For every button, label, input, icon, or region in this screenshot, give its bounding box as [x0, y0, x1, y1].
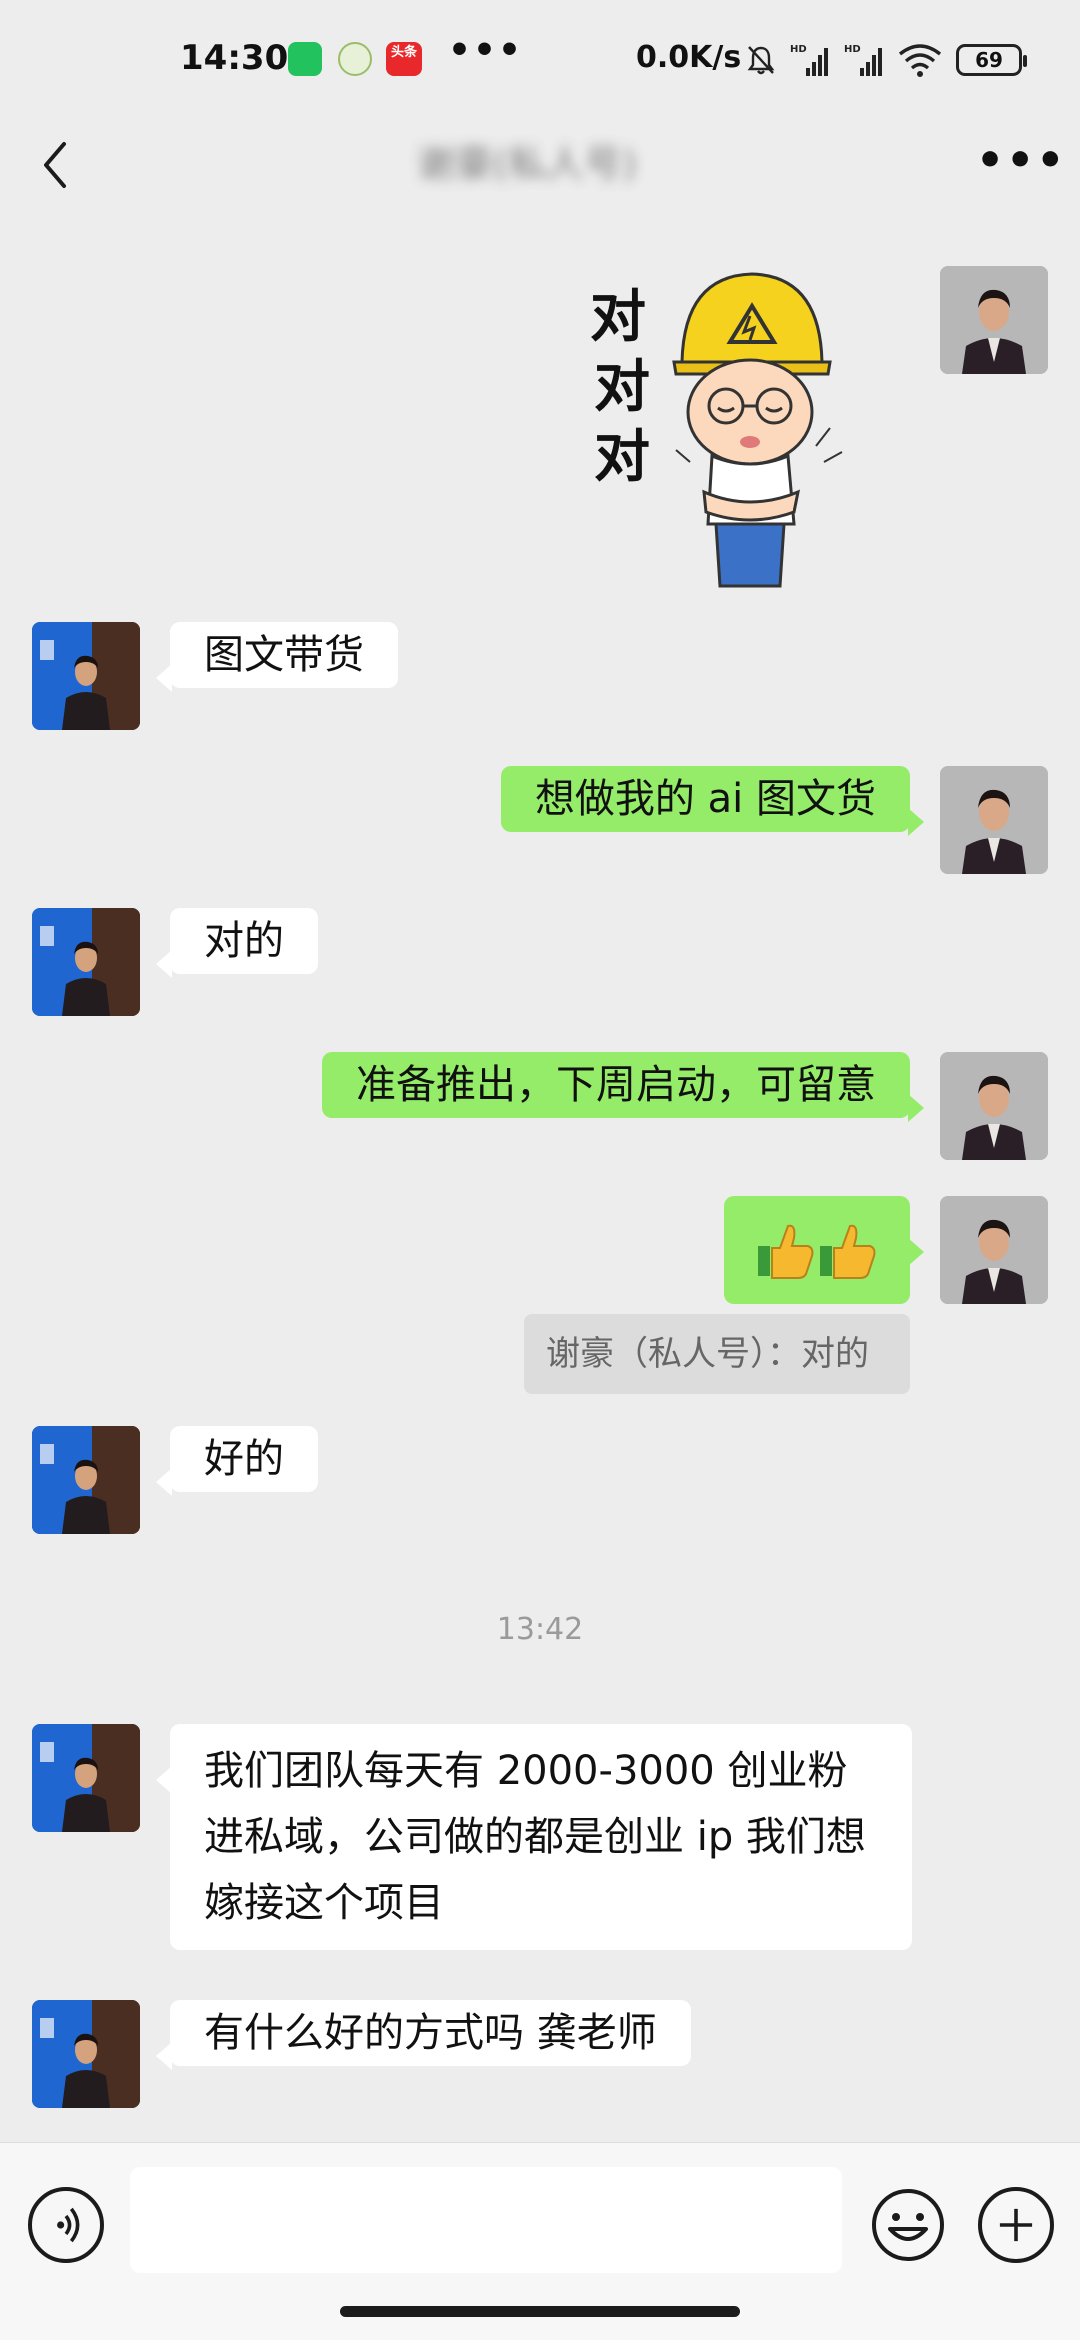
more-options-icon[interactable]: ••• — [976, 139, 1066, 183]
gear-icon — [338, 42, 372, 76]
status-more-icon: ••• — [448, 30, 524, 71]
message-bubble-outgoing[interactable]: 准备推出，下周启动，可留意 — [322, 1052, 924, 1122]
message-input[interactable] — [130, 2167, 842, 2273]
wechat-icon — [288, 42, 322, 76]
emoji-icon[interactable] — [870, 2187, 946, 2263]
avatar-self[interactable] — [940, 266, 1048, 374]
chat-title: 谢豪(私人号) — [417, 142, 637, 186]
plus-icon[interactable] — [978, 2187, 1054, 2263]
avatar-contact[interactable] — [32, 2000, 140, 2108]
thumbs-up-icon — [758, 1224, 876, 1279]
time-separator: 13:42 — [496, 1612, 584, 1647]
sticker-text-line2: 对 — [594, 355, 650, 420]
sticker-text-line3: 对 — [594, 425, 650, 490]
message-bubble-incoming[interactable]: 有什么好的方式吗 龚老师 — [156, 2000, 691, 2070]
home-indicator[interactable] — [340, 2306, 740, 2317]
battery-icon: 69 — [956, 44, 1027, 76]
avatar-self[interactable] — [940, 1196, 1048, 1304]
sticker-image[interactable]: 对 对 对 — [580, 266, 880, 596]
sticker-text-line1: 对 — [590, 285, 646, 350]
chat-header: 谢豪(私人号) ••• — [0, 120, 1080, 214]
back-arrow-icon[interactable] — [34, 130, 74, 200]
quoted-reply[interactable]: 谢豪（私人号）：对的 — [524, 1314, 910, 1394]
avatar-self[interactable] — [940, 766, 1048, 874]
message-bubble-outgoing[interactable]: 想做我的 ai 图文货 — [500, 766, 925, 836]
message-bubble-incoming[interactable]: 图文带货 — [156, 622, 398, 692]
message-bubble-outgoing[interactable] — [724, 1196, 924, 1304]
message-bubble-incoming[interactable]: 好的 — [156, 1426, 318, 1496]
toutiao-icon: 头条 — [386, 42, 422, 76]
message-bubble-incoming[interactable]: 我们团队每天有 2000-3000 创业粉进私域，公司做的都是创业 ip 我们想… — [156, 1724, 912, 1950]
signal-icon-2: HD — [844, 44, 882, 76]
net-speed: 0.0K/s — [636, 40, 742, 75]
avatar-contact[interactable] — [32, 622, 140, 730]
status-time: 14:30 — [180, 38, 289, 78]
voice-input-icon[interactable] — [28, 2187, 104, 2263]
mute-bell-icon — [747, 46, 775, 75]
message-bubble-incoming[interactable]: 对的 — [156, 908, 318, 978]
avatar-contact[interactable] — [32, 908, 140, 1016]
signal-hd-label-2: HD — [844, 44, 861, 55]
wifi-icon — [898, 44, 942, 77]
signal-hd-label: HD — [790, 44, 807, 55]
avatar-contact[interactable] — [32, 1724, 140, 1832]
avatar-contact[interactable] — [32, 1426, 140, 1534]
avatar-self[interactable] — [940, 1052, 1048, 1160]
status-bar: 14:30 头条 ••• 0.0K/s HD HD 69 — [0, 0, 1080, 120]
signal-icon: HD — [790, 44, 828, 76]
